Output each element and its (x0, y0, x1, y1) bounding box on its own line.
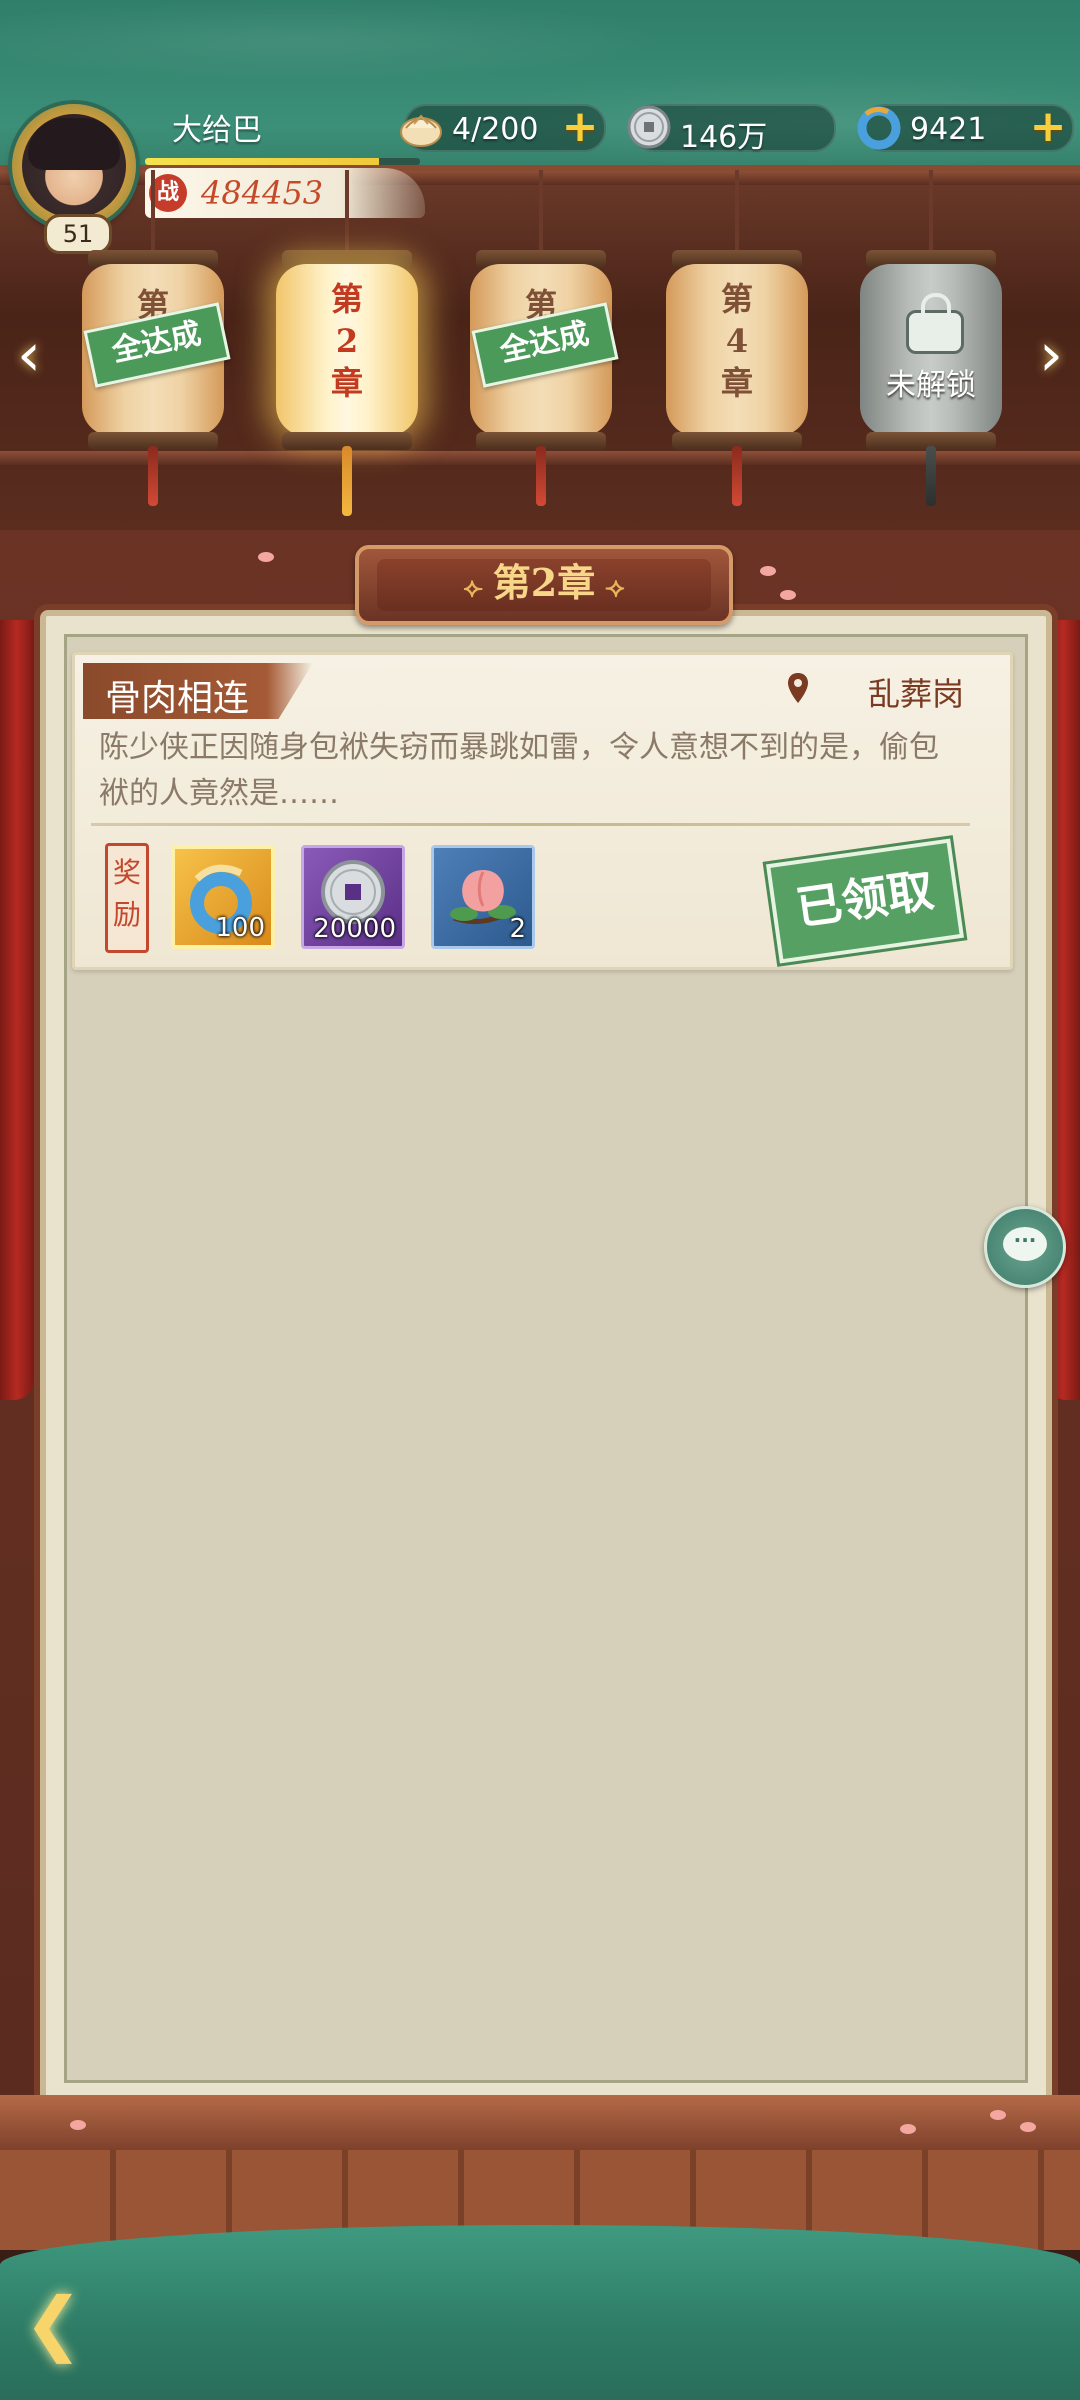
lock-icon (906, 293, 964, 354)
back-button[interactable]: ❮ (24, 2288, 134, 2358)
petal (780, 590, 796, 600)
combat-power-value: 484453 (201, 174, 324, 212)
petal (760, 566, 776, 576)
chat-button[interactable]: ··· (984, 1206, 1066, 1288)
add-stamina-button[interactable]: + (560, 105, 600, 149)
stamina-counter: 4/200 + (400, 104, 606, 152)
avatar-hair (28, 118, 120, 170)
petal (258, 552, 274, 562)
ornament-icon: ⟣ (463, 573, 483, 603)
chapter-title: 第2章 (492, 560, 596, 605)
quest-location: 乱葬岗 (867, 675, 964, 713)
lantern-string (929, 170, 933, 250)
jade-ring-icon (854, 102, 904, 152)
chapter-title-plaque: ⟣ 第2章 ⟢ (355, 545, 733, 625)
player-avatar[interactable] (12, 104, 136, 228)
chapter-lantern-5[interactable]: 未解锁 (856, 170, 1006, 506)
locked-label: 未解锁 (886, 368, 976, 403)
exp-fill (145, 158, 379, 165)
lantern-string (539, 170, 543, 250)
location-pin-icon (786, 671, 810, 705)
combat-power: 战 484453 (145, 168, 425, 218)
chapter-lantern-1[interactable]: 第 章 全达成 (78, 170, 231, 506)
silver-counter: 146万 (627, 104, 836, 155)
silver-value: 146万 (680, 120, 768, 155)
jade-value: 9421 (910, 112, 987, 147)
avatar-portrait (22, 114, 126, 218)
add-jade-button[interactable]: + (1028, 105, 1068, 149)
ornament-icon: ⟢ (605, 573, 625, 603)
lantern-tassel (732, 446, 742, 506)
petal (990, 2110, 1006, 2120)
reward-item-peach[interactable]: 2 (431, 845, 535, 949)
stage-rim (0, 2095, 1080, 2155)
lantern-tassel (342, 446, 352, 516)
chapter-lantern-3[interactable]: 第 章 全达成 (466, 170, 619, 506)
claimed-stamp: 已领取 (762, 834, 968, 968)
quest-description: 陈少侠正因随身包袱失窃而暴跳如雷，令人意想不到的是，偷包袱的人竟然是…… (99, 730, 939, 811)
reward-count: 20000 (313, 914, 396, 944)
coin-icon (624, 102, 674, 152)
player-level-badge: 51 (44, 214, 112, 254)
chapter-title-text: ⟣ 第2章 ⟢ (377, 559, 711, 611)
chat-bubble-icon: ··· (1003, 1227, 1047, 1261)
quest-card[interactable]: 骨肉相连 乱葬岗 陈少侠正因随身包袱失窃而暴跳如雷，令人意想不到的是，偷包袱的人… (72, 652, 1013, 970)
chapter-lantern-2[interactable]: 第 2 章 (272, 170, 422, 516)
petal (1020, 2122, 1036, 2132)
lantern-string (735, 170, 739, 250)
card-divider (91, 823, 970, 826)
reward-count: 2 (509, 914, 526, 944)
player-name: 大给巴 (172, 113, 262, 148)
chapter-label: 第 2 章 (330, 280, 363, 402)
bottom-band (0, 2225, 1080, 2400)
stamina-value: 4/200 (452, 112, 539, 147)
reward-label: 奖励 (105, 843, 149, 953)
bun-icon (396, 102, 446, 152)
quest-title: 骨肉相连 (105, 678, 250, 719)
chapter-next-arrow[interactable]: › (1026, 320, 1076, 390)
reward-count: 100 (215, 913, 265, 943)
curtain-left (0, 620, 34, 1400)
lantern-tassel (536, 446, 546, 506)
chapter-label: 第 4 章 (720, 280, 753, 402)
chapter-lantern-4[interactable]: 第 4 章 (662, 170, 812, 506)
lantern-tassel (926, 446, 936, 506)
petal (900, 2124, 916, 2134)
chapter-prev-arrow[interactable]: ‹ (4, 320, 54, 390)
exp-bar (145, 158, 420, 165)
lantern-string (151, 170, 155, 250)
petal (70, 2120, 86, 2130)
reward-item-jade[interactable]: 100 (171, 845, 275, 949)
lantern-string (345, 170, 349, 250)
reward-item-silver[interactable]: 20000 (301, 845, 405, 949)
lantern-tassel (148, 446, 158, 506)
jade-counter: 9421 + (857, 104, 1074, 152)
